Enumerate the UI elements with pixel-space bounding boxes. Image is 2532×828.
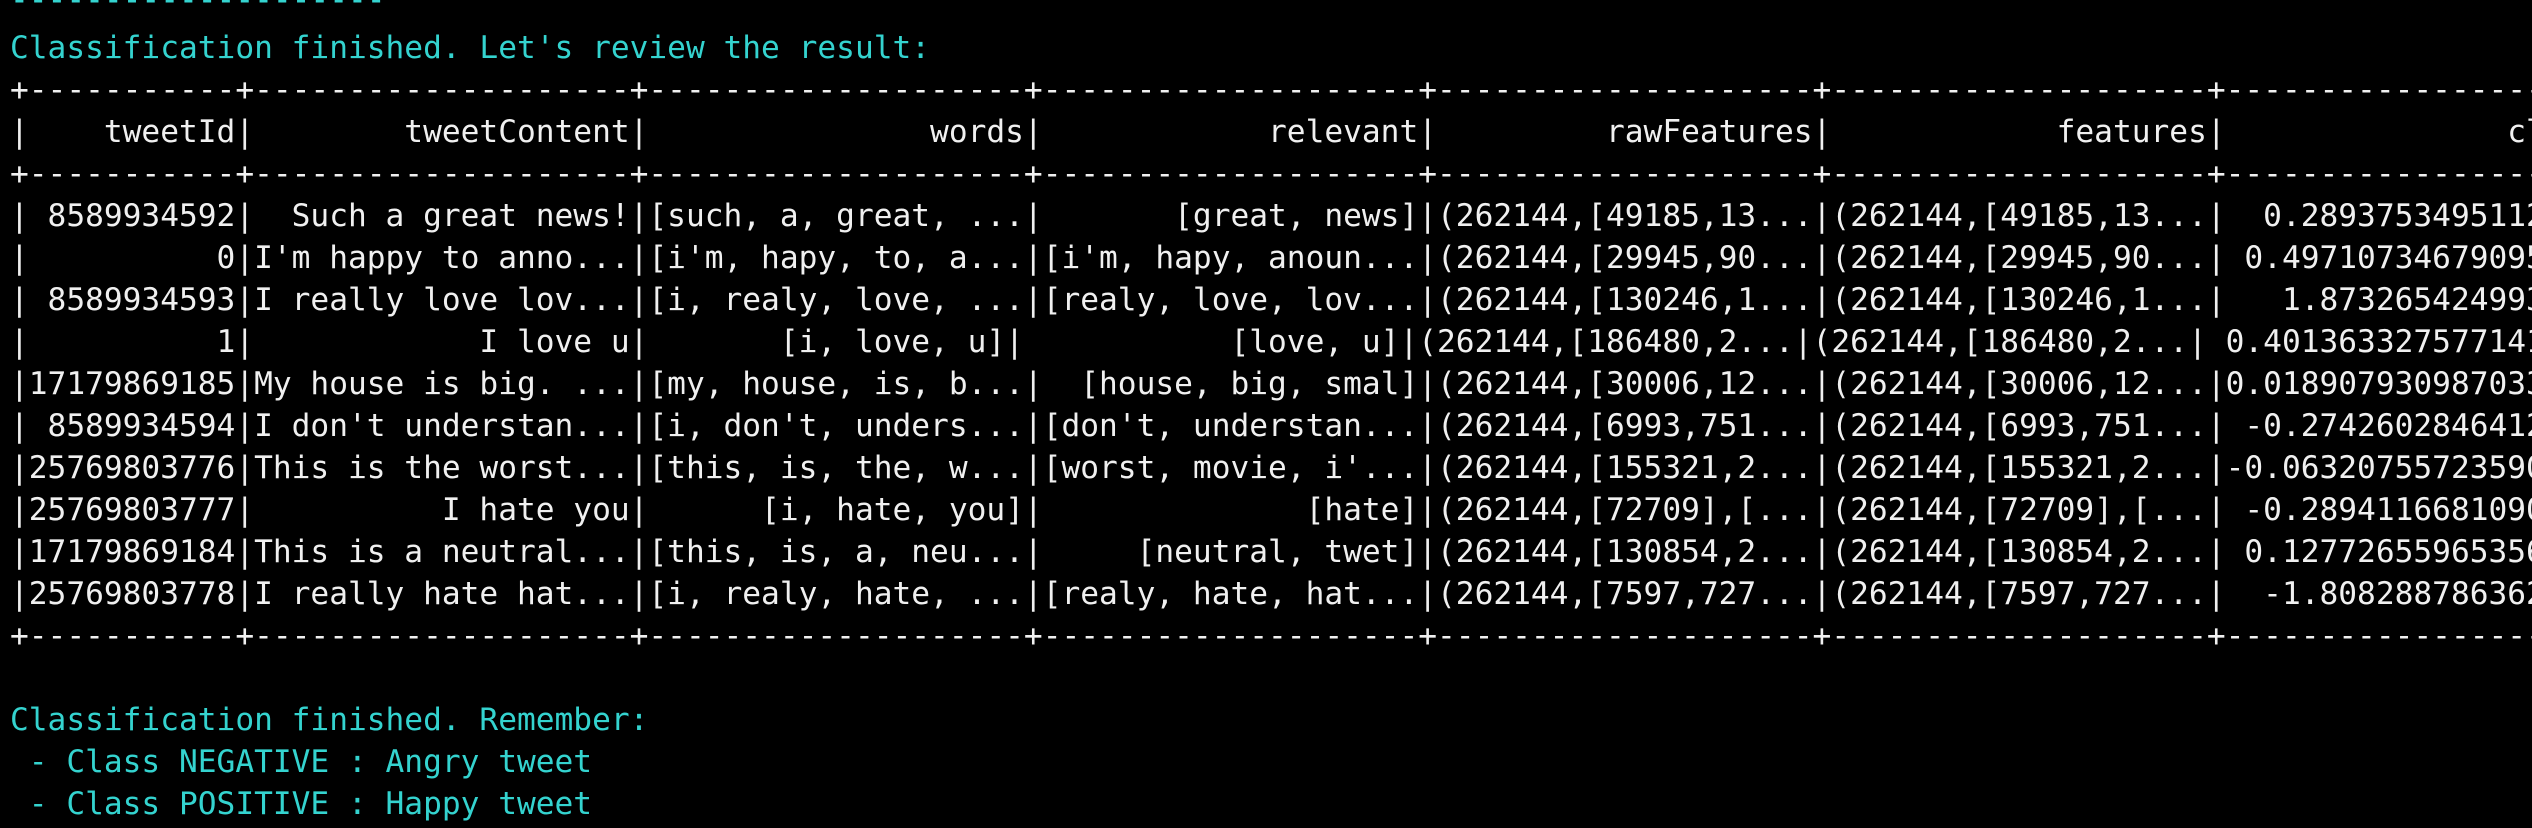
table-border-bottom: +-----------+--------------------+------… [10, 618, 2532, 654]
remember-message: Classification finished. Remember: [10, 702, 649, 738]
table-row: | 0|I'm happy to anno...|[i'm, hapy, to,… [10, 240, 2532, 276]
table-header-row: | tweetId| tweetContent| words| relevant… [10, 114, 2532, 150]
table-border-header: +-----------+--------------------+------… [10, 156, 2532, 192]
separator-line: -------------------- [10, 0, 386, 18]
table-row: |25769803778|I really hate hat...|[i, re… [10, 576, 2532, 612]
table-row: | 8589934593|I really love lov...|[i, re… [10, 282, 2532, 318]
legend-negative: - Class NEGATIVE : Angry tweet [10, 744, 593, 780]
table-row: | 8589934594|I don't understan...|[i, do… [10, 408, 2532, 444]
table-border-top: +-----------+--------------------+------… [10, 72, 2532, 108]
legend-positive: - Class POSITIVE : Happy tweet [10, 786, 593, 822]
table-row: |17179869184|This is a neutral...|[this,… [10, 534, 2532, 570]
table-row: |25769803777| I hate you| [i, hate, you]… [10, 492, 2532, 528]
table-row: | 8589934592| Such a great news!|[such, … [10, 198, 2532, 234]
table-row: |17179869185|My house is big. ...|[my, h… [10, 366, 2532, 402]
table-row: | 1| I love u| [i, love, u]| [love, u]|(… [10, 324, 2532, 360]
terminal-window[interactable]: -------------------- Classification fini… [0, 0, 2532, 828]
table-row: |25769803776|This is the worst...|[this,… [10, 450, 2532, 486]
review-message: Classification finished. Let's review th… [10, 30, 931, 66]
